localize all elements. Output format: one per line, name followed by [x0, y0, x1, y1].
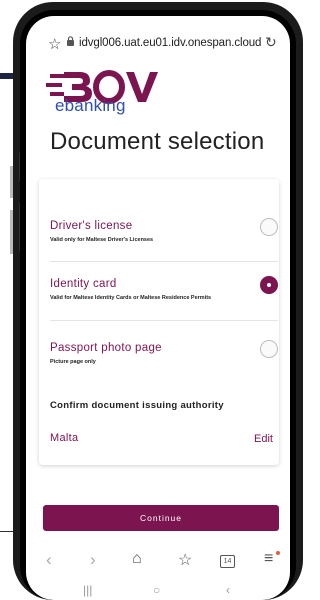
lock-icon	[67, 36, 74, 46]
option-drivers-license[interactable]: Driver's license Valid only for Maltese …	[50, 218, 278, 243]
phone-bezel: ☆ idvgl006.uat.eu01.idv.onespan.cloud ↻	[20, 10, 296, 600]
option-identity-card[interactable]: Identity card Valid for Maltese Identity…	[50, 276, 278, 301]
option-note: Picture page only	[50, 359, 96, 365]
option-passport[interactable]: Passport photo page Picture page only	[50, 340, 278, 365]
reload-icon[interactable]: ↻	[265, 34, 277, 51]
phone-screen: ☆ idvgl006.uat.eu01.idv.onespan.cloud ↻	[26, 16, 290, 600]
option-note: Valid for Maltese Identity Cards or Malt…	[50, 295, 212, 301]
edit-link[interactable]: Edit	[254, 433, 273, 445]
menu-icon[interactable]: ≡	[264, 550, 273, 568]
option-label: Identity card	[50, 278, 117, 290]
authority-heading: Confirm document issuing authority	[50, 400, 224, 411]
system-home-icon[interactable]: ○	[153, 583, 160, 597]
radio-button[interactable]	[260, 340, 278, 358]
url-text[interactable]: idvgl006.uat.eu01.idv.onespan.cloud	[79, 37, 261, 49]
continue-button[interactable]: Continue	[43, 505, 279, 531]
option-note: Valid only for Maltese Driver's Licenses	[50, 237, 154, 243]
system-back-icon[interactable]: ‹	[226, 583, 230, 597]
option-label: Passport photo page	[50, 342, 162, 354]
tabs-icon[interactable]: 14	[220, 555, 235, 568]
recent-apps-icon[interactable]: |||	[83, 583, 92, 597]
home-icon[interactable]: ⌂	[132, 550, 142, 568]
document-options-card: Driver's license Valid only for Maltese …	[39, 179, 279, 465]
forward-icon[interactable]: ›	[90, 550, 96, 570]
notification-dot	[276, 551, 280, 555]
page-title: Document selection	[50, 128, 265, 155]
divider	[50, 261, 278, 262]
back-icon[interactable]: ‹	[46, 550, 52, 570]
favorites-icon[interactable]: ☆	[178, 550, 192, 570]
authority-country: Malta	[50, 432, 79, 444]
address-bar[interactable]: ☆ idvgl006.uat.eu01.idv.onespan.cloud ↻	[26, 30, 290, 58]
radio-button[interactable]	[260, 218, 278, 236]
bookmark-star-icon[interactable]: ☆	[48, 35, 61, 53]
browser-toolbar: ‹ › ⌂ ☆ 14 ≡	[26, 547, 290, 577]
system-navigation-bar: ||| ○ ‹	[26, 583, 290, 600]
ebanking-label: ebanking	[55, 96, 126, 115]
divider	[50, 320, 278, 321]
phone-frame: ☆ idvgl006.uat.eu01.idv.onespan.cloud ↻	[13, 2, 303, 600]
option-label: Driver's license	[50, 220, 133, 232]
radio-button-selected[interactable]	[260, 276, 278, 294]
